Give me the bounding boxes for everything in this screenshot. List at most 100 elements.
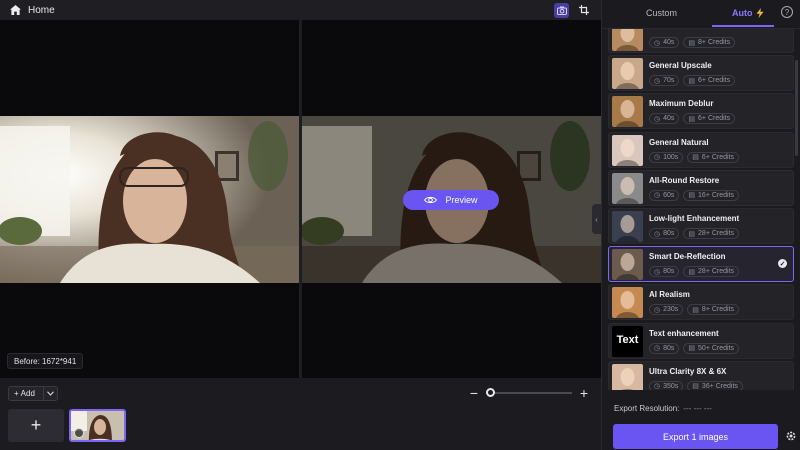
export-resolution-value: --- --- --- [683, 404, 712, 413]
model-title: Maximum Deblur [649, 99, 714, 109]
camera-tool-button[interactable] [554, 2, 569, 18]
chevron-left-icon: ‹ [595, 214, 598, 224]
clock-icon: ◷ [654, 306, 661, 314]
preview-button[interactable]: Preview [403, 190, 499, 210]
model-time-pill: ◷ 40s [649, 113, 680, 125]
model-meta: ◷ 70s ▤ 6+ Credits [649, 75, 736, 87]
home-button[interactable]: Home [10, 5, 55, 16]
model-title: All-Round Restore [649, 175, 720, 185]
model-thumbnail [612, 249, 643, 281]
add-image-tile[interactable]: + [8, 409, 64, 442]
model-card[interactable]: All-Round Restore ◷ 60s ▤ 16+ Credits [608, 169, 794, 206]
model-credits: 8+ Credits [701, 306, 735, 314]
eye-icon [424, 196, 438, 204]
app-window: Home Preview ‹ Before: 1672*941 + Add − … [0, 0, 800, 450]
add-button-main[interactable]: + Add [9, 389, 43, 398]
clock-icon: ◷ [654, 77, 661, 85]
export-button[interactable]: Export 1 images [613, 424, 778, 449]
check-icon: ✓ [778, 259, 787, 269]
model-credits-pill: ▤ 36+ Credits [687, 380, 743, 390]
model-credits: 6+ Credits [698, 115, 731, 123]
model-card[interactable]: General Upscale ◷ 70s ▤ 6+ Credits [608, 55, 794, 92]
model-time-pill: ◷ 100s [649, 151, 684, 163]
credits-icon: ▤ [688, 39, 696, 47]
model-credits-pill: ▤ 8+ Credits [683, 37, 736, 48]
model-credits: 50+ Credits [698, 344, 735, 352]
add-dropdown-toggle[interactable] [43, 387, 57, 400]
model-card[interactable]: ◷ 40s ▤ 8+ Credits [608, 29, 794, 53]
thumbnail-status-icon [74, 428, 84, 438]
model-time: 40s [663, 115, 675, 123]
clock-icon: ◷ [654, 230, 661, 238]
zoom-slider-knob[interactable] [486, 388, 496, 397]
model-meta: ◷ 40s ▤ 8+ Credits [649, 37, 736, 48]
model-thumbnail [612, 172, 643, 204]
camera-icon [556, 6, 567, 15]
tab-auto[interactable]: Auto [732, 8, 764, 18]
model-meta: ◷ 40s ▤ 6+ Credits [649, 113, 736, 125]
model-credits: 28+ Credits [698, 230, 735, 237]
clock-icon: ◷ [654, 345, 661, 353]
help-button[interactable]: ? [781, 6, 793, 18]
model-time: 350s [663, 382, 679, 390]
zoom-out-button[interactable]: − [468, 386, 480, 400]
model-list[interactable]: ◷ 40s ▤ 8+ Credits General Upscale ◷ 70s ▤ 6+ Cr… [602, 29, 800, 390]
zoom-slider[interactable] [486, 388, 572, 397]
model-time: 60s [663, 191, 675, 199]
model-thumbnail [612, 134, 643, 166]
model-credits-pill: ▤ 6+ Credits [687, 151, 740, 163]
model-credits-pill: ▤ 50+ Credits [683, 342, 740, 354]
model-credits: 36+ Credits [701, 382, 738, 390]
clock-icon: ◷ [654, 154, 661, 162]
before-resolution-tag: Before: 1672*941 [7, 353, 84, 369]
before-resolution-label: Before: 1672*941 [14, 356, 77, 366]
model-meta: ◷ 100s ▤ 6+ Credits [649, 151, 740, 163]
model-time: 80s [663, 230, 675, 237]
model-title: Text enhancement [649, 328, 719, 338]
model-time-pill: ◷ 230s [649, 304, 684, 316]
compare-canvas[interactable]: Preview ‹ [0, 20, 601, 378]
model-list-scrollbar[interactable] [795, 60, 798, 156]
model-card-selected[interactable]: Smart De-Reflection ◷ 80s ▤ 28+ Credits ✓ [608, 246, 794, 283]
crop-tool-button[interactable] [576, 3, 591, 18]
bottom-bar: + Add − + + [0, 378, 601, 450]
zoom-in-button[interactable]: + [578, 386, 590, 400]
model-credits-pill: ▤ 28+ Credits [683, 228, 740, 239]
crop-icon [578, 5, 589, 15]
model-card[interactable]: AI Realism ◷ 230s ▤ 8+ Credits [608, 284, 794, 321]
gear-icon[interactable] [785, 430, 797, 442]
tab-custom[interactable]: Custom [646, 8, 677, 18]
model-title: AI Realism [649, 290, 690, 300]
model-credits-pill: ▤ 6+ Credits [683, 75, 736, 87]
image-thumbnail[interactable] [69, 409, 126, 442]
add-button[interactable]: + Add [8, 386, 58, 401]
model-thumbnail [612, 211, 643, 242]
clock-icon: ◷ [654, 115, 661, 123]
model-card[interactable]: Low-light Enhancement ◷ 80s ▤ 28+ Credits [608, 208, 794, 244]
preview-label: Preview [445, 195, 478, 205]
model-credits: 28+ Credits [698, 268, 735, 276]
model-thumbnail: Text [612, 325, 643, 357]
model-meta: ◷ 80s ▤ 28+ Credits [649, 266, 740, 278]
model-time-pill: ◷ 60s [649, 189, 680, 201]
model-card[interactable]: Ultra Clarity 8X & 6X ◷ 350s ▤ 36+ Credits [608, 360, 794, 390]
model-credits: 8+ Credits [698, 39, 731, 46]
model-time-pill: ◷ 80s [649, 228, 680, 239]
model-thumbnail [612, 287, 643, 319]
export-resolution-label: Export Resolution: [614, 404, 680, 413]
model-credits: 16+ Credits [698, 191, 735, 199]
collapse-panel-button[interactable]: ‹ [592, 204, 601, 234]
model-time: 100s [663, 153, 679, 161]
model-time-pill: ◷ 70s [649, 75, 680, 87]
active-tab-indicator [712, 25, 774, 27]
model-card[interactable]: Maximum Deblur ◷ 40s ▤ 6+ Credits [608, 93, 794, 130]
credits-icon: ▤ [692, 383, 699, 390]
model-title: Low-light Enhancement [649, 214, 740, 223]
model-card[interactable]: General Natural ◷ 100s ▤ 6+ Credits [608, 131, 794, 168]
model-thumbnail-text: Text [616, 333, 639, 346]
model-title: General Natural [649, 137, 709, 147]
credits-icon: ▤ [688, 345, 696, 353]
clock-icon: ◷ [654, 39, 661, 47]
model-card[interactable]: Text Text enhancement ◷ 80s ▤ 50+ Credits [608, 322, 794, 359]
home-label: Home [28, 4, 55, 16]
